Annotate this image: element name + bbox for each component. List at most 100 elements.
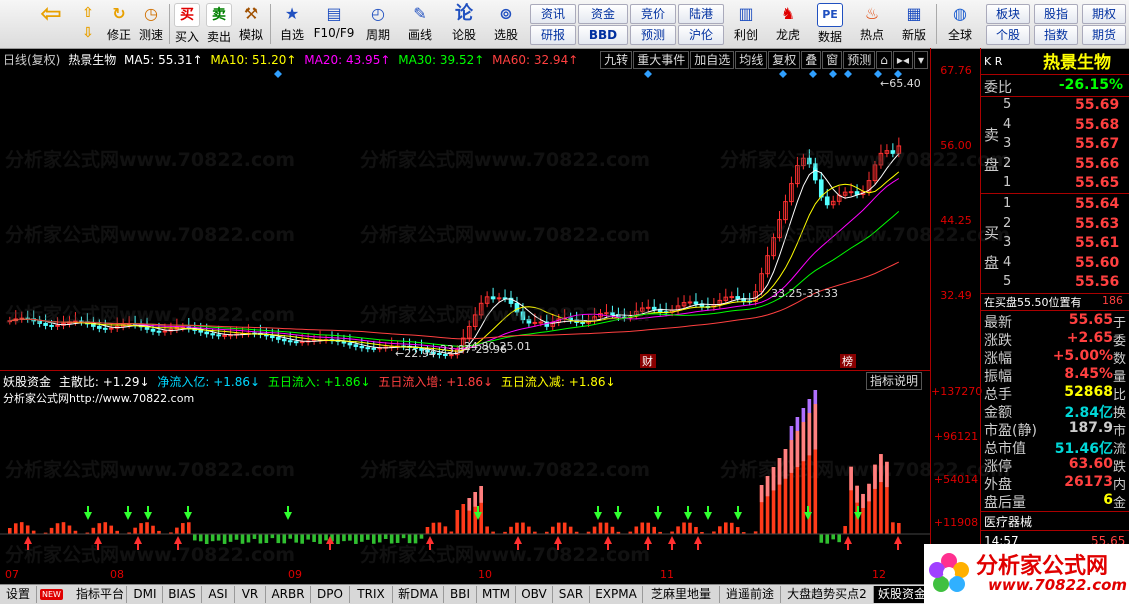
volume-tick: +137270 xyxy=(931,385,983,398)
stat-value: 26173 xyxy=(1064,474,1113,490)
stock-pick-button[interactable]: ⊚ 选股 xyxy=(486,2,526,46)
hk-connect-button[interactable]: 陆港 xyxy=(678,4,724,24)
tab-monster-funds[interactable]: 妖股资金 xyxy=(874,586,931,603)
sector-label[interactable]: 医疗器械 xyxy=(984,513,1032,530)
flow-bar-negative xyxy=(300,534,304,544)
index-button[interactable]: 指数 xyxy=(1034,25,1078,45)
correct-label: 修正 xyxy=(106,28,131,42)
futures-button[interactable]: 期货 xyxy=(1082,25,1126,45)
tab-indicator-platform[interactable]: NEW 指标平台 xyxy=(37,586,127,603)
stat-value: 55.65 xyxy=(1068,312,1113,328)
search-stock-icon: ⊚ xyxy=(499,4,513,23)
level: 5 xyxy=(1003,97,1012,112)
tab-obv[interactable]: OBV xyxy=(516,586,553,603)
hotspot-button[interactable]: ♨ 热点 xyxy=(854,2,890,46)
flow-bar xyxy=(461,504,466,534)
stat-unit: 跌 xyxy=(1112,460,1126,475)
global-button[interactable]: ◍ 全球 xyxy=(940,2,980,46)
up-down-arrows-icon: ⇧ ⇩ xyxy=(82,5,94,41)
tab-arbr[interactable]: ARBR xyxy=(266,586,311,603)
flow-bar xyxy=(598,522,603,534)
research-button[interactable]: 研报 xyxy=(530,25,576,45)
buy-arrow xyxy=(24,536,32,550)
tab-new-dma[interactable]: 新DMA xyxy=(393,586,444,603)
tab-trix[interactable]: TRIX xyxy=(350,586,393,603)
stat-row: 涨幅 +5.00% 数 xyxy=(981,348,1127,367)
flow-bar xyxy=(13,523,18,534)
flow-bar xyxy=(175,527,179,534)
tab-sar[interactable]: SAR xyxy=(553,586,590,603)
profit-button[interactable]: ▥ 利创 xyxy=(728,2,764,46)
tab-zhima[interactable]: 芝麻里地量 xyxy=(643,586,720,603)
price: 55.65 xyxy=(1075,175,1120,191)
shanghai-london-button[interactable]: 沪伦 xyxy=(678,25,724,45)
back-button[interactable]: ⇦ xyxy=(36,1,66,46)
watchlist-button[interactable]: ★ 自选 xyxy=(274,2,310,46)
candle xyxy=(281,338,287,342)
speed-test-button[interactable]: ◷ 测速 xyxy=(136,2,166,46)
news-button[interactable]: 资讯 xyxy=(530,4,576,24)
price: 55.60 xyxy=(1075,254,1120,271)
sector-button[interactable]: 板块 xyxy=(986,4,1030,24)
f10-button[interactable]: ▤ F10/F9 xyxy=(312,2,356,46)
clock-icon: ◷ xyxy=(144,4,158,23)
new-version-button[interactable]: ▦ 新版 xyxy=(896,2,932,46)
stat-unit: 委 xyxy=(1112,334,1126,349)
tab-bbi[interactable]: BBI xyxy=(444,586,477,603)
options-button[interactable]: 期权 xyxy=(1082,4,1126,24)
buy-button[interactable]: 买 买入 xyxy=(172,2,202,46)
hammer-icon: ⚒ xyxy=(243,4,259,23)
auction-button[interactable]: 竞价 xyxy=(630,4,676,24)
tab-asi[interactable]: ASI xyxy=(202,586,235,603)
bbd-button[interactable]: BBD xyxy=(578,25,628,45)
petal xyxy=(929,562,945,578)
level: 1 xyxy=(1003,196,1012,211)
buy-arrow xyxy=(894,536,902,550)
tab-xiaoyao[interactable]: 逍遥前途 xyxy=(720,586,781,603)
data-label: 数据 xyxy=(817,30,842,44)
tab-dpo[interactable]: DPO xyxy=(311,586,350,603)
stat-row: 金额 2.84亿换 xyxy=(981,402,1127,421)
tab-expma[interactable]: EXPMA xyxy=(590,586,643,603)
funds-button[interactable]: 资金 xyxy=(578,4,628,24)
draw-line-button[interactable]: ✎ 画线 xyxy=(400,2,440,46)
stock-index-button[interactable]: 股指 xyxy=(1034,4,1078,24)
up-down-button[interactable]: ⇧ ⇩ xyxy=(74,2,102,46)
flow-bar-negative xyxy=(324,534,328,541)
tab-vr[interactable]: VR xyxy=(235,586,266,603)
flow-bar xyxy=(676,526,680,534)
stat-label: 最新 xyxy=(984,315,1012,331)
single-stock-button[interactable]: 个股 xyxy=(986,25,1030,45)
flow-bar xyxy=(694,526,698,534)
tab-bias[interactable]: BIAS xyxy=(163,586,202,603)
flow-bar-negative xyxy=(246,534,251,543)
stat-value: +5.00% xyxy=(1052,348,1113,364)
flow-bar xyxy=(425,526,430,534)
buy-arrow xyxy=(694,536,702,550)
tab-settings[interactable]: 设置 xyxy=(0,586,37,603)
price-tick: 67.76 xyxy=(940,64,972,77)
flow-bar xyxy=(610,526,615,534)
divider xyxy=(981,511,1129,512)
chart-window-icon: ▥ xyxy=(738,4,754,23)
flow-bar-top xyxy=(801,422,806,462)
tab-mtm[interactable]: MTM xyxy=(477,586,516,603)
discuss-button[interactable]: 论 论股 xyxy=(446,2,482,46)
tab-dmi[interactable]: DMI xyxy=(128,586,163,603)
pe-icon: PE xyxy=(817,3,843,27)
sell-button[interactable]: 卖 卖出 xyxy=(204,2,234,46)
flow-bar xyxy=(91,527,96,534)
simulate-button[interactable]: ⚒ 模拟 xyxy=(236,2,266,46)
correct-button[interactable]: ↻ 修正 xyxy=(104,2,134,46)
price: 55.61 xyxy=(1075,235,1120,251)
tab-market-trend[interactable]: 大盘趋势买点2 xyxy=(781,586,874,603)
data-button[interactable]: PE 数据 xyxy=(812,2,848,46)
stat-label: 涨幅 xyxy=(984,351,1012,367)
flow-bar xyxy=(443,526,448,534)
forecast-button[interactable]: 预测 xyxy=(630,25,676,45)
period-label: 周期 xyxy=(365,28,390,42)
period-button[interactable]: ◴ 周期 xyxy=(358,2,398,46)
flow-bar xyxy=(31,530,36,534)
weibi-row: 委比 -26.15% xyxy=(981,77,1127,96)
dragon-tiger-button[interactable]: ♞ 龙虎 xyxy=(770,2,806,46)
